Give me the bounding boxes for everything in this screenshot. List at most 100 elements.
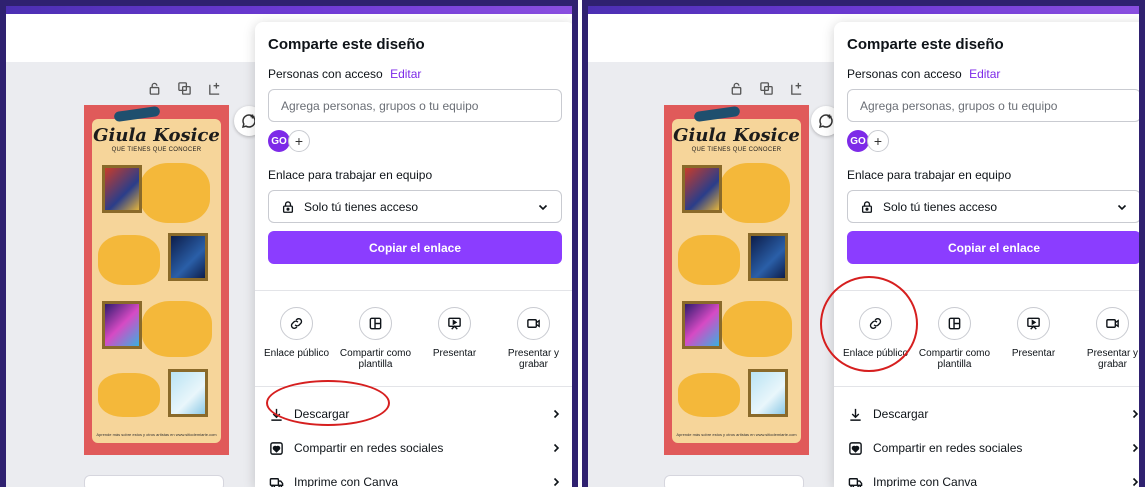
option-share-template[interactable]: Compartir como plantilla	[338, 307, 414, 370]
artwork-image	[682, 301, 722, 349]
option-label: Compartir como plantilla	[918, 348, 991, 370]
access-select[interactable]: Solo tú tienes acceso	[268, 190, 562, 223]
divider	[834, 386, 1145, 387]
add-person-button[interactable]: +	[867, 130, 889, 152]
comment-plus-icon	[818, 114, 833, 129]
record-icon	[527, 319, 540, 328]
chevron-right-icon	[1132, 477, 1139, 487]
team-link-label: Enlace para trabajar en equipo	[268, 168, 433, 182]
chevron-right-icon	[553, 443, 560, 453]
option-label: Presentar	[1011, 348, 1056, 359]
menu-item-download[interactable]: Descargar	[255, 397, 575, 431]
paint-blob	[140, 163, 210, 223]
menu-item-label: Compartir en redes sociales	[294, 441, 444, 455]
poster-footer: Aprende más sobre estos y otros artistas…	[96, 432, 217, 437]
option-circle	[938, 307, 971, 340]
page-controls-stub	[664, 475, 804, 487]
access-select[interactable]: Solo tú tienes acceso	[847, 190, 1141, 223]
paint-blob	[720, 163, 790, 223]
copy-link-button[interactable]: Copiar el enlace	[268, 231, 562, 264]
duplicate-icon[interactable]	[176, 80, 192, 96]
menu-item-label: Compartir en redes sociales	[873, 441, 1023, 455]
edit-link[interactable]: Editar	[390, 67, 421, 81]
panel-public-link-highlight: Giula Kosice QUE TIENES QUE CONOCER Apre…	[582, 0, 1145, 487]
avatar[interactable]: GO	[847, 130, 869, 152]
option-share-template[interactable]: Compartir como plantilla	[917, 307, 993, 370]
option-label: Presentar y grabar	[1086, 348, 1139, 370]
option-present-record[interactable]: Presentar y grabar	[1075, 307, 1145, 370]
copy-link-button[interactable]: Copiar el enlace	[847, 231, 1141, 264]
artwork-image	[168, 233, 208, 281]
record-icon	[1106, 319, 1119, 328]
download-icon	[847, 406, 863, 422]
option-circle	[359, 307, 392, 340]
menu-item-label: Imprime con Canva	[873, 475, 978, 487]
chevron-down-icon	[1117, 204, 1127, 210]
option-label: Enlace público	[842, 348, 909, 359]
option-label: Presentar y grabar	[507, 348, 560, 370]
people-input[interactable]: Agrega personas, grupos o tu equipo	[847, 89, 1141, 122]
option-circle	[1096, 307, 1129, 340]
artwork-image	[748, 369, 788, 417]
menu-item-label: Descargar	[294, 407, 350, 421]
paint-blob	[98, 235, 160, 285]
paint-blob	[722, 301, 792, 357]
share-panel: Comparte este diseño Personas con acceso…	[834, 22, 1145, 487]
poster-title: Giula Kosice	[673, 125, 800, 146]
option-circle	[1017, 307, 1050, 340]
option-present[interactable]: Presentar	[417, 307, 493, 370]
page-toolbar	[146, 80, 222, 96]
option-public-link[interactable]: Enlace público	[259, 307, 335, 370]
option-circle	[517, 307, 550, 340]
paint-blob	[678, 373, 740, 417]
lock-icon[interactable]	[146, 80, 162, 96]
access-row: Personas con acceso Editar	[268, 67, 562, 81]
people-input[interactable]: Agrega personas, grupos o tu equipo	[268, 89, 562, 122]
lock-icon	[861, 200, 873, 213]
social-icon	[847, 440, 863, 456]
editor-top-gradient	[0, 0, 578, 14]
duplicate-icon[interactable]	[758, 80, 774, 96]
add-page-icon[interactable]	[206, 80, 222, 96]
artwork-image	[102, 301, 142, 349]
paint-blob	[142, 301, 212, 357]
access-label: Personas con acceso	[268, 67, 383, 81]
menu-item-label: Descargar	[873, 407, 929, 421]
menu-item-social[interactable]: Compartir en redes sociales	[255, 431, 575, 465]
panel-download-highlight: Giula Kosice QUE TIENES QUE CONOCER Apre…	[0, 0, 578, 487]
social-icon	[268, 440, 284, 456]
menu-item-download[interactable]: Descargar	[834, 397, 1145, 431]
chevron-right-icon	[553, 409, 560, 419]
paint-blob	[98, 373, 160, 417]
add-person-button[interactable]: +	[288, 130, 310, 152]
add-page-icon[interactable]	[788, 80, 804, 96]
share-options: Enlace público Compartir como plantilla …	[834, 307, 1145, 370]
lock-icon[interactable]	[728, 80, 744, 96]
team-link-label: Enlace para trabajar en equipo	[847, 168, 1012, 182]
option-present-record[interactable]: Presentar y grabar	[496, 307, 572, 370]
edit-link[interactable]: Editar	[969, 67, 1000, 81]
option-label: Presentar	[432, 348, 477, 359]
option-label: Enlace público	[263, 348, 330, 359]
share-title: Comparte este diseño	[847, 36, 1004, 53]
artwork-image	[168, 369, 208, 417]
design-poster[interactable]: Giula Kosice QUE TIENES QUE CONOCER Apre…	[664, 105, 809, 455]
poster-footer: Aprende más sobre estos y otros artistas…	[676, 432, 797, 437]
option-circle	[859, 307, 892, 340]
poster-subtitle: QUE TIENES QUE CONOCER	[111, 147, 202, 153]
design-poster[interactable]: Giula Kosice QUE TIENES QUE CONOCER Apre…	[84, 105, 229, 455]
access-select-value: Solo tú tienes acceso	[883, 199, 998, 214]
option-public-link[interactable]: Enlace público	[838, 307, 914, 370]
download-icon	[268, 406, 284, 422]
paint-blob	[678, 235, 740, 285]
chevron-right-icon	[553, 477, 560, 487]
option-circle	[438, 307, 471, 340]
option-present[interactable]: Presentar	[996, 307, 1072, 370]
share-panel: Comparte este diseño Personas con acceso…	[255, 22, 575, 487]
avatar[interactable]: GO	[268, 130, 290, 152]
truck-icon	[847, 474, 863, 487]
menu-item-social[interactable]: Compartir en redes sociales	[834, 431, 1145, 465]
menu-item-print[interactable]: Imprime con Canva	[834, 465, 1145, 487]
menu-item-print[interactable]: Imprime con Canva	[255, 465, 575, 487]
artwork-image	[102, 165, 142, 213]
